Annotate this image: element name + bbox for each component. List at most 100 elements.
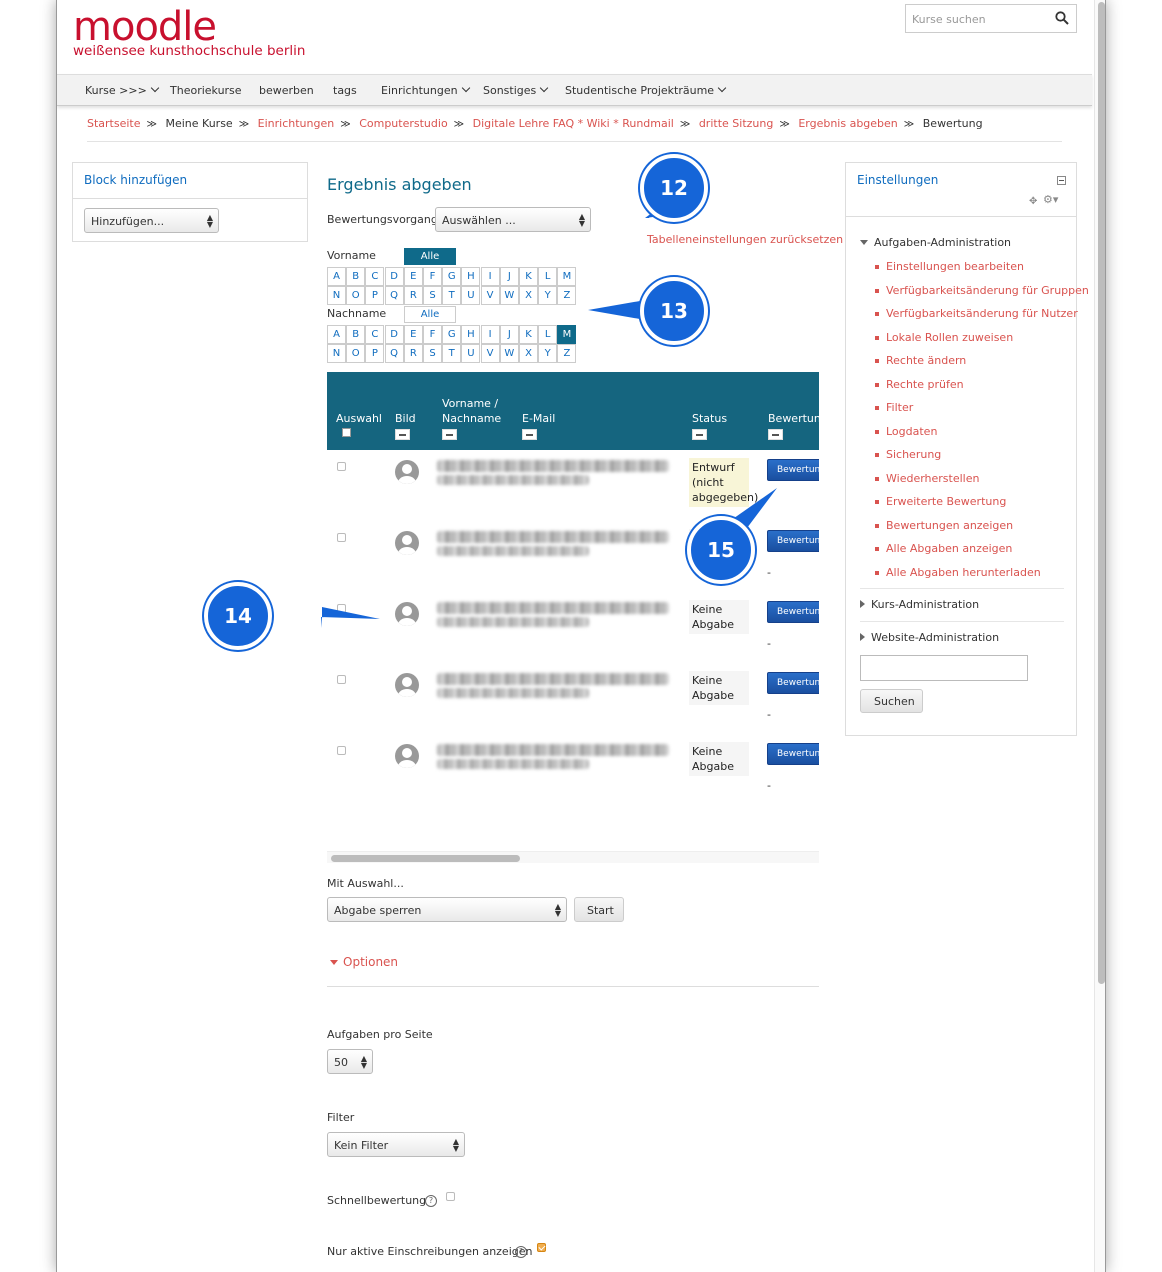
course-search-input[interactable]: Kurse suchen [905, 4, 1077, 33]
firstname-letter-j[interactable]: J [499, 267, 519, 286]
header-name-line1[interactable]: Vorname / [442, 397, 498, 411]
lastname-letter-r[interactable]: R [403, 344, 423, 363]
nav-item-einrichtungen[interactable]: Einrichtungen [381, 83, 470, 97]
breadcrumb-link[interactable]: Computerstudio [359, 117, 447, 130]
firstname-letter-t[interactable]: T [442, 286, 462, 305]
lastname-letter-h[interactable]: H [461, 325, 481, 344]
add-block-select[interactable]: Hinzufügen... ▲ ▼ [84, 208, 219, 233]
breadcrumb-link[interactable]: Einrichtungen [258, 117, 335, 130]
lastname-letter-m[interactable]: M [557, 325, 577, 344]
firstname-letter-p[interactable]: P [365, 286, 385, 305]
page-scrollbar[interactable] [1094, 0, 1105, 1272]
firstname-letter-w[interactable]: W [499, 286, 519, 305]
lastname-letter-s[interactable]: S [423, 344, 442, 363]
lastname-letter-y[interactable]: Y [538, 344, 558, 363]
firstname-letter-c[interactable]: C [365, 267, 385, 286]
breadcrumb-link[interactable]: dritte Sitzung [699, 117, 774, 130]
help-icon[interactable]: ? [425, 1195, 437, 1207]
header-select[interactable]: Auswahl [336, 412, 382, 426]
settings-item[interactable]: Alle Abgaben herunterladen [875, 566, 1041, 579]
firstname-letter-d[interactable]: D [384, 267, 404, 286]
nav-item-sonstiges[interactable]: Sonstiges [483, 83, 549, 97]
course-admin-node[interactable]: Kurs-Administration [860, 598, 979, 611]
search-icon[interactable] [1055, 11, 1069, 25]
nav-item-bewerben[interactable]: bewerben [259, 84, 314, 97]
lastname-letter-l[interactable]: L [538, 325, 558, 344]
lastname-letter-p[interactable]: P [365, 344, 385, 363]
header-name-line2[interactable]: Nachname [442, 412, 501, 426]
per-page-select[interactable]: 50 ▲ ▼ [327, 1049, 373, 1074]
row-select-checkbox[interactable] [337, 746, 346, 755]
firstname-letter-y[interactable]: Y [538, 286, 558, 305]
lastname-letter-x[interactable]: X [519, 344, 538, 363]
nav-item-theoriekurse[interactable]: Theoriekurse [170, 84, 242, 97]
settings-item[interactable]: Erweiterte Bewertung [874, 495, 1006, 508]
firstname-letter-o[interactable]: O [346, 286, 366, 305]
firstname-letter-b[interactable]: B [346, 267, 366, 286]
row-select-checkbox[interactable] [337, 533, 346, 542]
firstname-letter-s[interactable]: S [423, 286, 442, 305]
assignment-admin-node[interactable]: Aufgaben-Administration [860, 236, 1011, 249]
lastname-letter-d[interactable]: D [384, 325, 404, 344]
lastname-letter-q[interactable]: Q [384, 344, 404, 363]
grade-button[interactable]: Bewertung [767, 459, 819, 481]
options-toggle[interactable]: Optionen [330, 955, 398, 969]
lastname-letter-i[interactable]: I [480, 325, 500, 344]
grade-button[interactable]: Bewertung [767, 743, 819, 765]
firstname-letter-k[interactable]: K [519, 267, 538, 286]
lastname-letter-z[interactable]: Z [557, 344, 577, 363]
lastname-letter-t[interactable]: T [442, 344, 462, 363]
table-horizontal-scrollbar[interactable] [327, 851, 819, 863]
nav-item-tags[interactable]: tags [333, 84, 357, 97]
breadcrumb-link[interactable]: Digitale Lehre FAQ * Wiki * Rundmail [473, 117, 674, 130]
firstname-letter-l[interactable]: L [538, 267, 558, 286]
settings-item[interactable]: Verfügbarkeitsänderung für Nutzer [875, 307, 1078, 320]
firstname-letter-h[interactable]: H [461, 267, 481, 286]
collapse-column-icon[interactable] [442, 429, 457, 440]
firstname-letter-q[interactable]: Q [384, 286, 404, 305]
settings-item[interactable]: Verfügbarkeitsänderung für Gruppen [875, 284, 1089, 297]
settings-search-button[interactable]: Suchen [860, 689, 923, 713]
lastname-letter-c[interactable]: C [365, 325, 385, 344]
lastname-letter-w[interactable]: W [499, 344, 519, 363]
move-icon[interactable]: ✥ [1029, 196, 1037, 207]
firstname-letter-e[interactable]: E [403, 267, 423, 286]
gear-icon[interactable]: ⚙▾ [1043, 193, 1058, 206]
collapse-block-icon[interactable] [1057, 176, 1066, 185]
settings-search-input[interactable] [860, 655, 1028, 681]
settings-item[interactable]: Alle Abgaben anzeigen [874, 542, 1012, 555]
nav-item-projektraeume[interactable]: Studentische Projekträume [565, 83, 727, 97]
settings-item[interactable]: Lokale Rollen zuweisen [874, 331, 1013, 344]
settings-item[interactable]: Filter [874, 401, 913, 414]
settings-item[interactable]: Sicherung [874, 448, 941, 461]
grade-button[interactable]: Bewertung [767, 601, 819, 623]
row-select-checkbox[interactable] [337, 675, 346, 684]
firstname-all-button[interactable]: Alle [404, 248, 456, 265]
firstname-letter-z[interactable]: Z [557, 286, 577, 305]
firstname-letter-f[interactable]: F [423, 267, 442, 286]
grade-button[interactable]: Bewertung [767, 530, 819, 552]
firstname-letter-u[interactable]: U [461, 286, 481, 305]
scrollbar-thumb[interactable] [331, 855, 520, 862]
lastname-letter-b[interactable]: B [346, 325, 366, 344]
user-avatar-icon[interactable] [395, 460, 419, 484]
bulk-start-button[interactable]: Start [574, 897, 624, 922]
moodle-logo[interactable]: moodle weißensee kunsthochschule berlin [73, 6, 305, 58]
lastname-letter-v[interactable]: V [480, 344, 500, 363]
breadcrumb-link[interactable]: Startseite [87, 117, 141, 130]
lastname-letter-j[interactable]: J [499, 325, 519, 344]
settings-item[interactable]: Rechte ändern [874, 354, 966, 367]
lastname-letter-k[interactable]: K [519, 325, 538, 344]
site-admin-node[interactable]: Website-Administration [860, 631, 999, 644]
settings-item[interactable]: Einstellungen bearbeiten [875, 260, 1024, 273]
user-avatar-icon[interactable] [395, 602, 419, 626]
collapse-column-icon[interactable] [522, 429, 537, 440]
firstname-letter-m[interactable]: M [557, 267, 577, 286]
header-picture[interactable]: Bild [395, 412, 416, 426]
collapse-column-icon[interactable] [395, 429, 410, 440]
firstname-letter-n[interactable]: N [327, 286, 346, 305]
nav-item-kurse[interactable]: Kurse >>> [85, 83, 160, 97]
workflow-select[interactable]: Auswählen ... ▲ ▼ [435, 207, 591, 232]
row-select-checkbox[interactable] [337, 462, 346, 471]
settings-item[interactable]: Rechte prüfen [875, 378, 964, 391]
